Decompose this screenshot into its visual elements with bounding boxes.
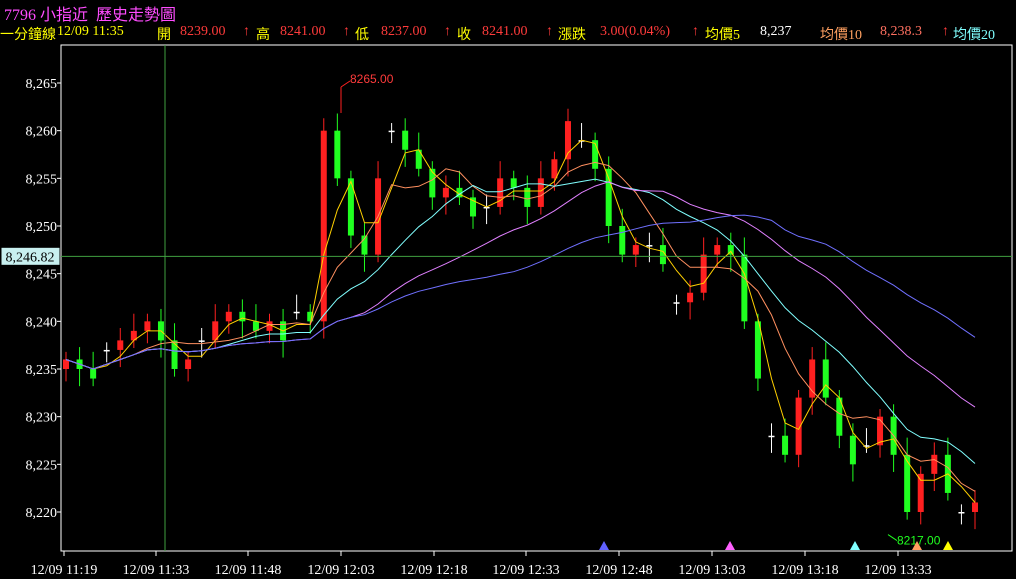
x-tick-label: 12/09 12:33 (492, 563, 559, 578)
candle-body (958, 512, 965, 514)
candle-body (646, 245, 653, 247)
candle-body (700, 254, 707, 293)
ma-longest-line (65, 214, 976, 370)
candles (63, 108, 978, 530)
candle-body (388, 130, 395, 133)
marker-triangle-icon (850, 541, 860, 550)
candle-body (673, 302, 680, 304)
candle-body (510, 178, 517, 188)
low-annotation-leader (887, 534, 898, 542)
y-tick-label: 8,220 (26, 506, 58, 521)
plot-frame (60, 44, 1013, 552)
high-annotation-leader-diag (340, 80, 351, 88)
candle-body (768, 435, 775, 438)
candle-body (171, 340, 178, 369)
y-tick-label: 8,265 (26, 77, 58, 92)
x-tick-label: 12/09 12:03 (307, 563, 374, 578)
x-tick-label: 12/09 13:18 (771, 563, 838, 578)
candle-body (877, 416, 884, 446)
ma10-line (65, 161, 976, 492)
candle-body (497, 178, 504, 207)
y-tick-label: 8,250 (26, 220, 58, 235)
y-tick-label: 8,245 (26, 268, 58, 283)
high-annotation-label: 8265.00 (350, 72, 394, 86)
candle-body (429, 168, 436, 198)
x-tick-label: 12/09 13:03 (678, 563, 745, 578)
candle-body (442, 187, 449, 198)
y-tick-label: 8,230 (26, 411, 58, 426)
x-tick-label: 12/09 13:33 (864, 563, 931, 578)
candle-body (632, 245, 639, 255)
candle-body (551, 159, 558, 179)
candle-body (619, 226, 626, 255)
candle-body (90, 369, 97, 379)
candle-body (754, 321, 761, 379)
ma-long-line (65, 181, 976, 408)
candle-body (334, 130, 341, 179)
candle-body (741, 254, 748, 322)
candle-body (63, 359, 69, 369)
y-tick-label: 8,255 (26, 172, 58, 187)
x-tick-label: 12/09 11:33 (123, 563, 190, 578)
candle-body (402, 130, 409, 150)
x-tick-label: 12/09 11:19 (31, 563, 98, 578)
candle-body (931, 454, 938, 474)
marker-triangle-icon (943, 541, 953, 550)
candle-body (714, 245, 721, 255)
candle-body (849, 435, 856, 465)
x-tick-label: 12/09 12:18 (400, 563, 467, 578)
y-tick-label: 8,260 (26, 125, 58, 140)
candle-body (225, 311, 232, 322)
candle-body (144, 321, 151, 331)
y-tick-label: 8,240 (26, 315, 58, 330)
candle-body (266, 321, 273, 331)
candle-body (185, 359, 192, 369)
candle-body (103, 349, 110, 352)
candle-body (687, 292, 694, 303)
marker-triangle-icon (599, 541, 609, 550)
candle-body (117, 340, 124, 350)
candle-body (293, 311, 300, 314)
candle-body (239, 311, 246, 322)
ma5-line (65, 139, 976, 503)
candlestick-chart[interactable]: 8,265 8,260 8,255 8,250 8,245 8,240 8,235 8,230… (0, 0, 1016, 579)
marker-triangle-icon (725, 541, 735, 550)
candle-body (782, 435, 789, 455)
candle-body (198, 340, 205, 342)
crosshair-price-label: 8,246.82 (6, 250, 55, 265)
x-tick-label: 12/09 12:48 (585, 563, 652, 578)
x-tick-label: 12/09 11:48 (215, 563, 282, 578)
candle-body (822, 359, 829, 398)
y-tick-label: 8,235 (26, 363, 58, 378)
y-tick-label: 8,225 (26, 458, 58, 473)
candle-body (537, 178, 544, 207)
candle-body (972, 502, 978, 512)
